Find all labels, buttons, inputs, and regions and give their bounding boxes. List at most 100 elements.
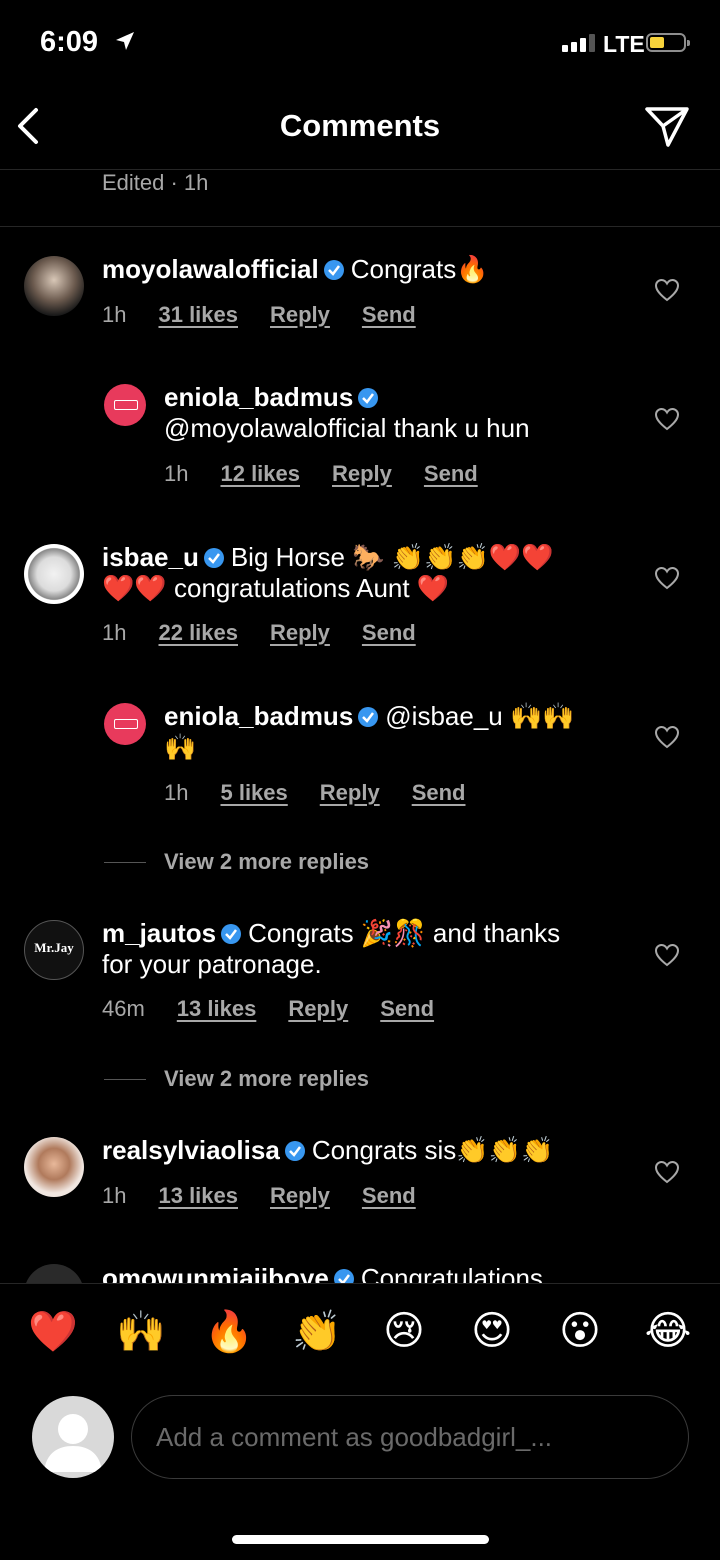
avatar[interactable] (24, 1137, 84, 1197)
likes-link[interactable]: 31 likes (158, 302, 238, 328)
comment-meta: 1h 31 likes Reply Send (102, 302, 416, 328)
comment-text: for your patronage. (102, 949, 322, 979)
likes-link[interactable]: 12 likes (220, 461, 300, 487)
like-heart-icon[interactable] (654, 1160, 680, 1184)
send-link[interactable]: Send (380, 996, 434, 1022)
verified-badge-icon (221, 924, 242, 944)
home-indicator[interactable] (232, 1535, 489, 1544)
view-more-line (104, 861, 146, 863)
like-heart-icon[interactable] (654, 566, 680, 590)
comment-body: m_jautos Congrats 🎉🎊 and thanks for your … (102, 918, 560, 980)
comment-time: 1h (164, 780, 189, 805)
reaction-crying[interactable]: 😢 (380, 1308, 428, 1355)
comment-meta: 1h 12 likes Reply Send (164, 461, 478, 487)
send-icon[interactable] (644, 104, 690, 148)
comment-time: 1h (102, 620, 127, 645)
reaction-clap[interactable]: 👏 (292, 1308, 342, 1355)
avatar[interactable] (104, 703, 146, 745)
comment-body: eniola_badmus @isbae_u 🙌🙌 🙌 (164, 701, 575, 763)
comment-emoji: 🐎 👏👏👏❤️❤️ (352, 542, 554, 572)
caption-divider (0, 226, 720, 227)
comment-input[interactable] (131, 1395, 689, 1479)
view-more-replies-button[interactable]: View 2 more replies (104, 849, 369, 875)
user-avatar (32, 1396, 114, 1478)
send-link[interactable]: Send (362, 302, 416, 328)
like-heart-icon[interactable] (654, 943, 680, 967)
view-more-line (104, 1078, 146, 1080)
caption-edited-label: Edited · 1h (102, 170, 209, 195)
comment-username[interactable]: eniola_badmus (164, 701, 353, 731)
comment-text: Congrats (350, 254, 457, 284)
comment-text: Big Horse (230, 542, 345, 572)
verified-badge-icon (358, 388, 379, 408)
comment-text: congratulations Aunt (173, 573, 410, 603)
comment-body: moyolawalofficial Congrats🔥 (102, 254, 489, 285)
view-more-label: View 2 more replies (164, 1066, 370, 1091)
avatar[interactable] (24, 544, 84, 604)
reaction-raised-hands[interactable]: 🙌 (116, 1308, 166, 1355)
comment-username[interactable]: eniola_badmus (164, 382, 353, 412)
comment-username[interactable]: isbae_u (102, 542, 199, 572)
comment-emoji: 🎉🎊 (360, 918, 426, 948)
comment-meta: 1h 5 likes Reply Send (164, 780, 465, 806)
reply-link[interactable]: Reply (288, 996, 348, 1022)
status-time: 6:09 (40, 26, 99, 58)
comment-time: 1h (102, 302, 127, 327)
avatar[interactable] (104, 384, 146, 426)
likes-link[interactable]: 13 likes (158, 1183, 238, 1209)
comment-time: 1h (102, 1183, 127, 1208)
reply-link[interactable]: Reply (320, 780, 380, 806)
comment-body: eniola_badmus @moyolawalofficial thank u… (164, 382, 530, 444)
avatar[interactable] (24, 256, 84, 316)
comment-time: 1h (164, 461, 189, 486)
like-heart-icon[interactable] (654, 407, 680, 431)
like-heart-icon[interactable] (654, 278, 680, 302)
comment-text: Congrats sis (311, 1135, 457, 1165)
reaction-heart-eyes[interactable]: 😍 (468, 1308, 516, 1355)
comment-text: and thanks (432, 918, 561, 948)
likes-link[interactable]: 5 likes (220, 780, 287, 806)
comment-username[interactable]: realsylviaolisa (102, 1135, 280, 1165)
likes-link[interactable]: 13 likes (177, 996, 257, 1022)
comment-text: Congrats (248, 918, 354, 948)
comment-emoji: 🔥 (456, 254, 489, 284)
reply-link[interactable]: Reply (270, 1183, 330, 1209)
verified-badge-icon (358, 707, 379, 727)
reply-link[interactable]: Reply (270, 620, 330, 646)
verified-badge-icon (203, 548, 224, 568)
verified-badge-icon (284, 1141, 305, 1161)
comment-emoji: 🙌 (164, 732, 197, 762)
quick-reactions-bar: ❤️ 🙌 🔥 👏 😢 😍 😮 😂 (0, 1308, 720, 1355)
reaction-laughing[interactable]: 😂 (644, 1308, 692, 1355)
comment-meta: 46m 13 likes Reply Send (102, 996, 434, 1022)
comment-username[interactable]: moyolawalofficial (102, 254, 319, 284)
comment-emoji: ❤️ (416, 573, 450, 603)
like-heart-icon[interactable] (654, 725, 680, 749)
reaction-surprised[interactable]: 😮 (556, 1308, 604, 1355)
comment-text: @isbae_u (385, 701, 503, 731)
likes-link[interactable]: 22 likes (158, 620, 238, 646)
page-title: Comments (279, 108, 441, 143)
send-link[interactable]: Send (362, 1183, 416, 1209)
comment-body: isbae_u Big Horse 🐎 👏👏👏❤️❤️ ❤️❤️ congratu… (102, 542, 554, 604)
network-label: LTE (603, 31, 645, 57)
reaction-heart[interactable]: ❤️ (28, 1308, 78, 1355)
send-link[interactable]: Send (412, 780, 466, 806)
comment-username[interactable]: m_jautos (102, 918, 216, 948)
send-link[interactable]: Send (362, 620, 416, 646)
reply-link[interactable]: Reply (270, 302, 330, 328)
verified-badge-icon (323, 260, 344, 280)
view-more-label: View 2 more replies (164, 849, 370, 874)
reaction-fire[interactable]: 🔥 (204, 1308, 254, 1355)
avatar[interactable]: Mr.Jay (24, 920, 84, 980)
signal-icon (562, 34, 595, 52)
send-link[interactable]: Send (424, 461, 478, 487)
comment-meta: 1h 13 likes Reply Send (102, 1183, 416, 1209)
comment-text: @moyolawalofficial thank u hun (164, 413, 530, 443)
comment-time: 46m (102, 996, 145, 1021)
comment-body: realsylviaolisa Congrats sis👏👏👏 (102, 1135, 553, 1166)
battery-icon (646, 33, 690, 52)
comment-emoji: 👏👏👏 (456, 1135, 554, 1165)
view-more-replies-button[interactable]: View 2 more replies (104, 1066, 369, 1092)
reply-link[interactable]: Reply (332, 461, 392, 487)
